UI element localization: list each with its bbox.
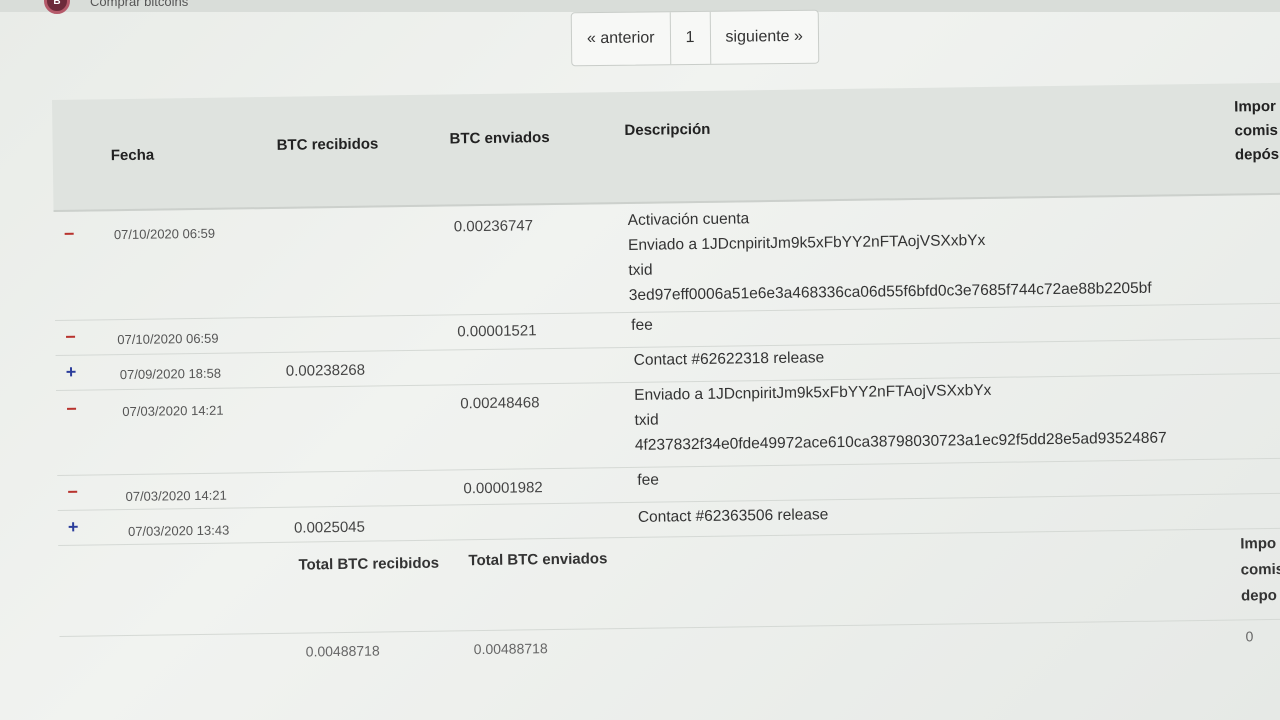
table-body: − 07/10/2020 06:59 0.00236747 Activación… [53,194,1280,677]
credit-plus-icon: + [67,516,79,537]
row-btc-sent: 0.00236747 [453,217,534,236]
pagination-next-button[interactable]: siguiente » [709,10,819,64]
description-line: fee [631,316,653,334]
pagination-page-1[interactable]: 1 [669,11,710,65]
brand[interactable]: B Comprar bitcoins [44,0,188,14]
table-header: Fecha BTC recibidos BTC enviados Descrip… [52,82,1280,212]
pagination-prev-button[interactable]: « anterior [572,12,670,65]
row-btc-received: 0.0025045 [293,518,366,537]
row-date: 07/10/2020 06:59 [117,330,219,348]
total-received-label: Total BTC recibidos [298,554,440,574]
description-line: Contact #62622318 release [633,349,825,369]
row-btc-sent: 0.00001982 [463,479,543,498]
top-navbar: B Comprar bitcoins [0,0,1280,14]
debit-minus-icon: − [66,398,77,419]
table-row: − 07/10/2020 06:59 0.00236747 Activación… [53,194,1280,321]
credit-plus-icon: + [65,361,77,382]
total-sent-label: Total BTC enviados [468,550,608,570]
total-received-value: 0.00488718 [305,642,380,660]
row-date: 07/10/2020 06:59 [113,225,216,243]
transactions-table: Fecha BTC recibidos BTC enviados Descrip… [52,82,1280,680]
row-btc-received: 0.00238268 [285,361,366,380]
row-description: Activación cuenta Enviado a 1JDcnpiritJm… [628,201,1152,308]
row-description: Contact #62363506 release [638,502,829,530]
row-btc-sent: 0.00001521 [457,322,537,341]
row-date: 07/09/2020 18:58 [119,365,222,383]
description-line: fee [637,471,660,489]
debit-minus-icon: − [67,481,79,502]
row-description: Contact #62622318 release [634,345,825,373]
row-description: Enviado a 1JDcnpiritJm9k5xFbYY2nFTAojVSX… [634,375,1167,457]
column-header-fecha[interactable]: Fecha [111,147,155,165]
column-header-importe-comision[interactable]: Impor comis depós [1234,95,1280,168]
row-description: fee [631,313,653,338]
total-sent-value: 0.00488718 [473,640,548,658]
pagination: « anterior 1 siguiente » [570,9,820,67]
row-description: fee [637,468,659,493]
row-date: 07/03/2020 13:43 [127,522,230,539]
brand-link-label[interactable]: Comprar bitcoins [90,0,188,9]
total-commission-label: Impo comis depo [1240,534,1280,605]
column-header-descripcion[interactable]: Descripción [624,121,710,139]
row-date: 07/03/2020 14:21 [125,487,227,505]
total-commission-value: 0 [1245,628,1254,645]
column-header-btc-recibidos[interactable]: BTC recibidos [277,135,379,153]
bitcoin-shield-icon: B [44,0,70,14]
debit-minus-icon: − [65,326,76,347]
description-line: Contact #62363506 release [637,506,829,526]
row-btc-sent: 0.00248468 [460,394,540,413]
column-header-btc-enviados[interactable]: BTC enviados [449,129,549,147]
totals-header-row: Total BTC recibidos Total BTC enviados I… [58,528,1280,637]
debit-minus-icon: − [63,223,75,244]
row-date: 07/03/2020 14:21 [122,402,224,420]
